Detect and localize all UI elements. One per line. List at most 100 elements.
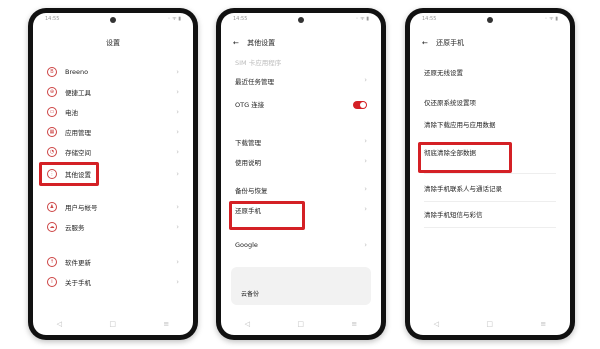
nav-back-icon[interactable]: ◁: [57, 320, 62, 328]
update-icon: ↑: [47, 257, 57, 267]
settings-item-label: 用户与帐号: [65, 204, 98, 212]
settings-item-cloud[interactable]: ☁ 云服务 ›: [47, 218, 179, 236]
phone-reset: 14:55 ◦ ᯤ ▮ ← 还原手机 还原无线设置 仅还原系统设置项 清除下载应…: [405, 8, 575, 340]
chevron-right-icon: ›: [364, 157, 367, 165]
reset-system-settings-item[interactable]: 仅还原系统设置项: [424, 97, 556, 107]
settings-item-update[interactable]: ↑ 软件更新 ›: [47, 253, 179, 271]
nav-menu-icon[interactable]: ≡: [540, 320, 546, 328]
cloud-backup-link[interactable]: 云备份: [241, 289, 259, 298]
settings-item-label: 便捷工具: [65, 89, 91, 97]
otg-item[interactable]: OTG 连接: [235, 99, 367, 111]
status-time: 14:55: [422, 16, 437, 22]
item-label: 清除手机联系人与通话记录: [424, 185, 502, 193]
chevron-right-icon: ›: [176, 128, 179, 136]
nav-back-icon[interactable]: ◁: [245, 320, 250, 328]
phone-settings: 14:55 ◦ ᯤ ▮ 设置 B Breeno › ⊕ 便捷工具 › ▭ 电池 …: [28, 8, 198, 340]
clear-messages-item[interactable]: 清除手机短信与彩信: [424, 209, 556, 221]
chevron-right-icon: ›: [176, 170, 179, 178]
nav-home-icon[interactable]: □: [109, 320, 116, 328]
settings-item-label: 应用管理: [65, 129, 91, 137]
nav-back-icon[interactable]: ◁: [434, 320, 439, 328]
item-label: 清除下载应用与应用数据: [424, 121, 496, 129]
reset-wireless-item[interactable]: 还原无线设置: [424, 67, 556, 79]
item-label: 使用说明: [235, 159, 261, 167]
camera-icon: [487, 17, 493, 23]
backup-restore-item[interactable]: 备份与恢复 ›: [235, 185, 367, 195]
settings-item-tools[interactable]: ⊕ 便捷工具 ›: [47, 83, 179, 101]
divider: [424, 173, 556, 174]
nav-menu-icon[interactable]: ≡: [163, 320, 169, 328]
settings-item-about[interactable]: i 关于手机 ›: [47, 273, 179, 291]
settings-item-storage[interactable]: ◔ 存储空间 ›: [47, 143, 179, 161]
divider: [424, 201, 556, 202]
page-header: ← 其他设置: [221, 35, 381, 51]
status-time: 14:55: [233, 16, 248, 22]
settings-item-accounts[interactable]: ♟ 用户与帐号 ›: [47, 198, 179, 216]
apps-icon: ▦: [47, 127, 57, 137]
page-title: 其他设置: [247, 39, 276, 47]
settings-item-battery[interactable]: ▭ 电池 ›: [47, 103, 179, 121]
info-icon: i: [47, 277, 57, 287]
nav-home-icon[interactable]: □: [297, 320, 304, 328]
chevron-right-icon: ›: [364, 205, 367, 213]
other-settings-screen: 14:55 ◦ ᯤ ▮ ← 其他设置 SIM 卡应用程序 最近任务管理 › OT…: [221, 13, 381, 335]
item-label: 清除手机短信与彩信: [424, 211, 483, 219]
highlight-box: [39, 162, 99, 186]
chevron-right-icon: ›: [176, 278, 179, 286]
back-arrow-icon[interactable]: ←: [233, 39, 239, 47]
user-guide-item[interactable]: 使用说明 ›: [235, 157, 367, 167]
chevron-right-icon: ›: [176, 68, 179, 76]
storage-icon: ◔: [47, 147, 57, 157]
settings-screen: 14:55 ◦ ᯤ ▮ 设置 B Breeno › ⊕ 便捷工具 › ▭ 电池 …: [33, 13, 193, 335]
recent-tasks-item[interactable]: 最近任务管理 ›: [235, 76, 367, 86]
settings-item-label: Breeno: [65, 68, 89, 76]
item-label: OTG 连接: [235, 101, 265, 109]
suggestion-card: 云备份: [231, 267, 371, 305]
clear-contacts-item[interactable]: 清除手机联系人与通话记录: [424, 183, 556, 195]
chevron-right-icon: ›: [364, 76, 367, 84]
chevron-right-icon: ›: [364, 185, 367, 193]
nav-home-icon[interactable]: □: [486, 320, 493, 328]
item-label: SIM 卡应用程序: [235, 59, 282, 67]
item-label: Google: [235, 241, 258, 249]
navigation-bar: ◁ □ ≡: [221, 319, 381, 329]
chevron-right-icon: ›: [176, 148, 179, 156]
settings-item-label: 电池: [65, 109, 78, 117]
settings-item-apps[interactable]: ▦ 应用管理 ›: [47, 123, 179, 141]
status-bar: 14:55 ◦ ᯤ ▮: [221, 13, 381, 27]
highlight-box: [418, 142, 512, 173]
breeno-icon: B: [47, 67, 57, 77]
settings-item-label: 存储空间: [65, 149, 91, 157]
chevron-right-icon: ›: [176, 223, 179, 231]
clear-apps-data-item[interactable]: 清除下载应用与应用数据: [424, 119, 556, 131]
navigation-bar: ◁ □ ≡: [410, 319, 570, 329]
settings-item-label: 软件更新: [65, 259, 91, 267]
chevron-right-icon: ›: [176, 203, 179, 211]
item-label: 备份与恢复: [235, 187, 268, 195]
settings-item-label: 云服务: [65, 224, 85, 232]
status-bar: 14:55 ◦ ᯤ ▮: [33, 13, 193, 27]
page-header: ← 还原手机: [410, 35, 570, 51]
highlight-box: [229, 201, 305, 230]
item-label: 仅还原系统设置项: [424, 99, 476, 107]
otg-toggle[interactable]: [353, 101, 367, 109]
camera-icon: [298, 17, 304, 23]
settings-item-breeno[interactable]: B Breeno ›: [47, 63, 179, 81]
back-arrow-icon[interactable]: ←: [422, 39, 428, 47]
phone-other-settings: 14:55 ◦ ᯤ ▮ ← 其他设置 SIM 卡应用程序 最近任务管理 › OT…: [216, 8, 386, 340]
chevron-right-icon: ›: [176, 108, 179, 116]
user-icon: ♟: [47, 202, 57, 212]
sim-apps-item[interactable]: SIM 卡应用程序: [235, 57, 367, 67]
status-icons: ◦ ᯤ ▮: [544, 16, 558, 22]
nav-menu-icon[interactable]: ≡: [351, 320, 357, 328]
reset-screen: 14:55 ◦ ᯤ ▮ ← 还原手机 还原无线设置 仅还原系统设置项 清除下载应…: [410, 13, 570, 335]
settings-item-label: 关于手机: [65, 279, 91, 287]
google-item[interactable]: Google ›: [235, 241, 367, 249]
status-bar: 14:55 ◦ ᯤ ▮: [410, 13, 570, 27]
status-icons: ◦ ᯤ ▮: [355, 16, 369, 22]
camera-icon: [110, 17, 116, 23]
download-manager-item[interactable]: 下载管理 ›: [235, 137, 367, 147]
battery-icon: ▭: [47, 107, 57, 117]
chevron-right-icon: ›: [176, 88, 179, 96]
chevron-right-icon: ›: [176, 258, 179, 266]
